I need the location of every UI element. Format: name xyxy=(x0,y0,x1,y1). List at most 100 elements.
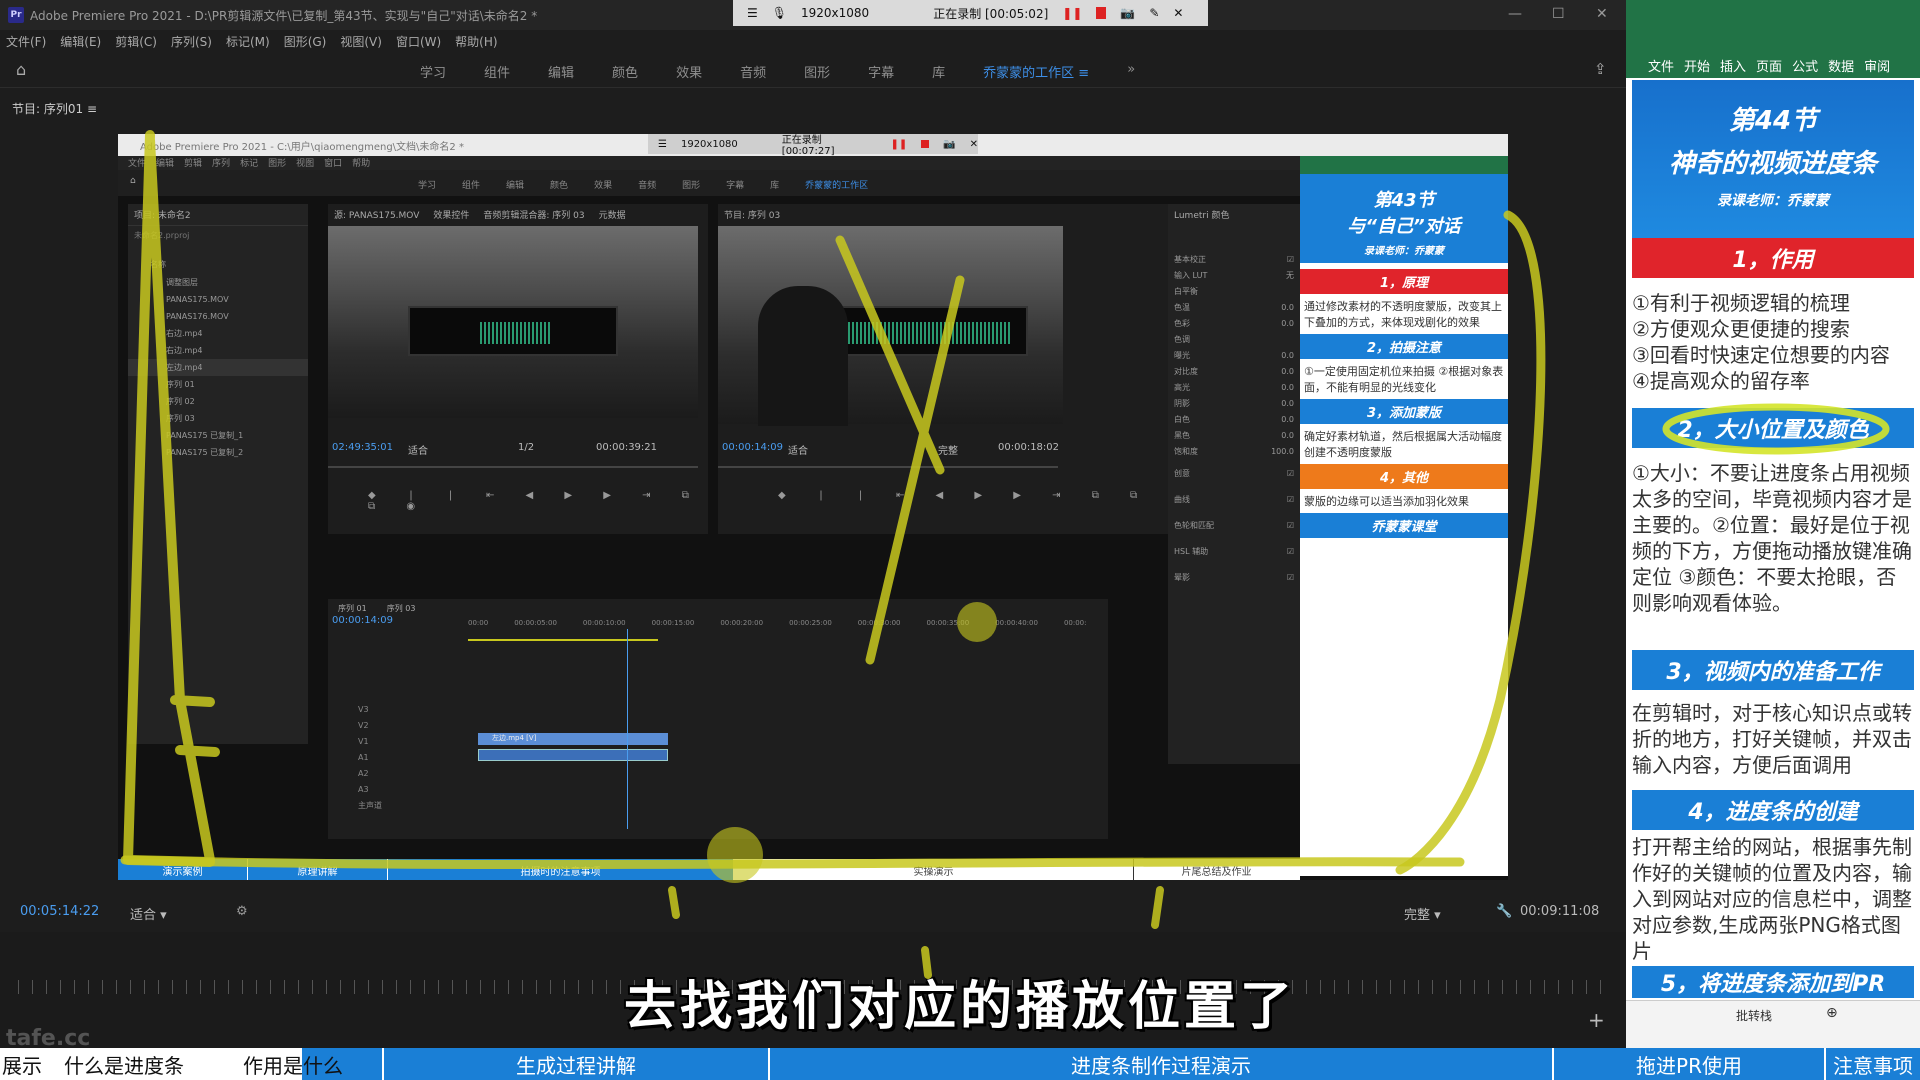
chapter-segment[interactable]: 作用是什么 xyxy=(204,1048,384,1080)
list-item: ②方便观众更便捷的搜索 xyxy=(1632,317,1850,341)
lesson44-h2: 2，大小位置及颜色 xyxy=(1632,408,1914,448)
list-item: ③回看时快速定位想要的内容 xyxy=(1632,343,1890,367)
program-fit: 适合 xyxy=(788,446,808,457)
main-fit-select[interactable]: 适合 ▾ xyxy=(130,904,167,923)
ws-color[interactable]: 颜色 xyxy=(612,62,638,81)
menu-window[interactable]: 窗口(W) xyxy=(396,33,441,50)
sequence-title: 节目: 序列01 xyxy=(12,102,84,116)
project-item-label: 右边.mp4 xyxy=(166,346,203,355)
lesson43-h2: 2，拍摄注意 xyxy=(1300,334,1508,359)
chapter-segment[interactable]: 生成过程讲解 xyxy=(384,1048,770,1080)
chapter-segment[interactable]: 注意事项 xyxy=(1826,1048,1920,1080)
ws-assembly[interactable]: 组件 xyxy=(484,62,510,81)
inner-close-icon: ✕ xyxy=(969,138,978,150)
project-item: 调整图层 xyxy=(128,274,308,291)
lumetri-label: 色温 xyxy=(1174,302,1190,312)
ruler-label: 00:00 xyxy=(468,619,489,627)
inner-chapter: 拍摄时的注意事项 xyxy=(388,859,734,880)
inner-menu-item: 剪辑 xyxy=(184,159,203,169)
ws-audio[interactable]: 音频 xyxy=(740,62,766,81)
close-icon[interactable]: ✕ xyxy=(1596,6,1608,22)
track-name: A2 xyxy=(358,768,369,778)
chapter-segment[interactable]: 展示 xyxy=(0,1048,46,1080)
ribbon-tab[interactable]: 开始 xyxy=(1684,56,1710,75)
inner-ws-tab: 库 xyxy=(770,181,780,191)
source-timecode: 02:49:35:01 xyxy=(332,442,394,453)
lumetri-row: 白平衡 xyxy=(1168,283,1300,299)
window-title: Adobe Premiere Pro 2021 - D:\PR剪辑源文件\已复制… xyxy=(30,8,538,23)
ruler-label: 00:00:20:00 xyxy=(720,619,764,627)
inner-ws-tab: 颜色 xyxy=(550,181,569,191)
wrench-icon[interactable]: 🔧 xyxy=(1496,904,1512,919)
chapter-segment[interactable]: 进度条制作过程演示 xyxy=(770,1048,1554,1080)
lumetri-label: 晕影 xyxy=(1174,572,1190,582)
menu-graphics[interactable]: 图形(G) xyxy=(284,33,327,50)
menu-file[interactable]: 文件(F) xyxy=(6,33,46,50)
program-panel-title[interactable]: 节目: 序列01 ≡ xyxy=(12,100,97,117)
track-name: V3 xyxy=(358,704,369,714)
menu-icon[interactable]: ☰ xyxy=(747,6,758,20)
ws-captions[interactable]: 字幕 xyxy=(868,62,894,81)
camera-icon[interactable]: 📷 xyxy=(1120,6,1135,20)
menu-help[interactable]: 帮助(H) xyxy=(455,33,497,50)
source-transport-controls: ◆ ❘ ❘ ⇤ ◀ ▶ ▶ ⇥ ⧉ ⧉ ◉ xyxy=(368,490,703,512)
ws-editing[interactable]: 编辑 xyxy=(548,62,574,81)
inner-window-title: Adobe Premiere Pro 2021 - C:\用户\qiaomeng… xyxy=(140,141,464,153)
lumetri-value: 0.0 xyxy=(1281,398,1294,408)
ws-overflow-icon[interactable]: » xyxy=(1127,62,1135,81)
lesson43-t3: 确定好素材轨道，然后根据属大活动幅度创建不透明度蒙版 xyxy=(1304,430,1502,459)
ws-custom[interactable]: 乔蒙蒙的工作区 ≡ xyxy=(983,62,1089,81)
menu-edit[interactable]: 编辑(E) xyxy=(60,33,101,50)
stop-icon[interactable] xyxy=(1096,7,1107,19)
ws-effects[interactable]: 效果 xyxy=(676,62,702,81)
ribbon-tab[interactable]: 页面 xyxy=(1756,56,1782,75)
main-quality-select[interactable]: 完整 ▾ xyxy=(1404,904,1441,923)
track-name: A1 xyxy=(358,752,369,762)
menu-sequence[interactable]: 序列(S) xyxy=(171,33,212,50)
ribbon-tab[interactable]: 插入 xyxy=(1720,56,1746,75)
lesson44-t3: 在剪辑时，对于核心知识点或转折的地方，打好关键帧，并双击输入内容，方便后面调用 xyxy=(1632,701,1912,777)
project-item: 右边.mp4 xyxy=(128,325,308,342)
ribbon-tab[interactable]: 文件 xyxy=(1648,56,1674,75)
ws-libraries[interactable]: 库 xyxy=(932,62,945,81)
menu-marker[interactable]: 标记(M) xyxy=(226,33,270,50)
monitor-screen xyxy=(408,306,618,356)
mic-icon[interactable]: 🎙 xyxy=(772,6,787,20)
menu-clip[interactable]: 剪辑(C) xyxy=(115,33,157,50)
chapter-segment[interactable]: 什么是进度条 xyxy=(46,1048,204,1080)
ribbon-tab[interactable]: 审阅 xyxy=(1864,56,1890,75)
chapter-segment[interactable]: 拖进PR使用 xyxy=(1554,1048,1826,1080)
ribbon-tab[interactable]: 公式 xyxy=(1792,56,1818,75)
lumetri-row: 输入 LUT 无 xyxy=(1168,267,1300,283)
program-duration: 00:00:18:02 xyxy=(998,442,1060,453)
program-timecode: 00:00:14:09 xyxy=(722,442,784,453)
minimize-icon[interactable]: — xyxy=(1508,6,1522,22)
project-item-label: PANAS175.MOV xyxy=(166,295,229,304)
ruler-label: 00:00:15:00 xyxy=(651,619,695,627)
inner-project-panel: 项目: 未命名2 未命名2.prproj 名称 调整图层 PANAS175.MO… xyxy=(128,204,308,744)
ws-graphics[interactable]: 图形 xyxy=(804,62,830,81)
lumetri-value: 0.0 xyxy=(1281,302,1294,312)
program-controls: 00:05:14:22 适合 ▾ ⚙ 完整 ▾ 🔧 00:09:11:08 xyxy=(0,896,1626,932)
lumetri-row: 创意 ☑ xyxy=(1174,468,1294,478)
home-icon[interactable]: ⌂ xyxy=(16,60,26,79)
maximize-icon[interactable]: ☐ xyxy=(1552,6,1565,22)
ruler-label: 00:00:10:00 xyxy=(582,619,626,627)
recorder-close-icon[interactable]: ✕ xyxy=(1173,6,1183,20)
inner-home-icon: ⌂ xyxy=(130,176,136,186)
lumetri-value: 0.0 xyxy=(1281,430,1294,440)
workspace-tabs: 学习 组件 编辑 颜色 效果 音频 图形 字幕 库 乔蒙蒙的工作区 ≡ » xyxy=(420,62,1135,81)
ribbon-tab[interactable]: 数据 xyxy=(1828,56,1854,75)
project-item-label: PANAS175 已复制_1 xyxy=(166,431,244,440)
lumetri-row: 曝光 0.0 xyxy=(1168,347,1300,363)
pen-icon[interactable]: ✎ xyxy=(1149,6,1159,20)
inner-excel-ribbon xyxy=(1300,156,1508,174)
share-icon[interactable]: ⇪ xyxy=(1594,60,1607,78)
settings-icon[interactable]: ⚙ xyxy=(236,904,248,919)
ws-learn[interactable]: 学习 xyxy=(420,62,446,81)
menu-view[interactable]: 视图(V) xyxy=(340,33,382,50)
lesson43-t2: ①一定使用固定机位来拍摄 ②根据对象表面，不能有明显的光线变化 xyxy=(1304,365,1504,394)
lumetri-label: 输入 LUT xyxy=(1174,270,1208,280)
program-scrubber xyxy=(718,466,1058,468)
pause-icon[interactable]: ❚❚ xyxy=(1062,6,1082,20)
